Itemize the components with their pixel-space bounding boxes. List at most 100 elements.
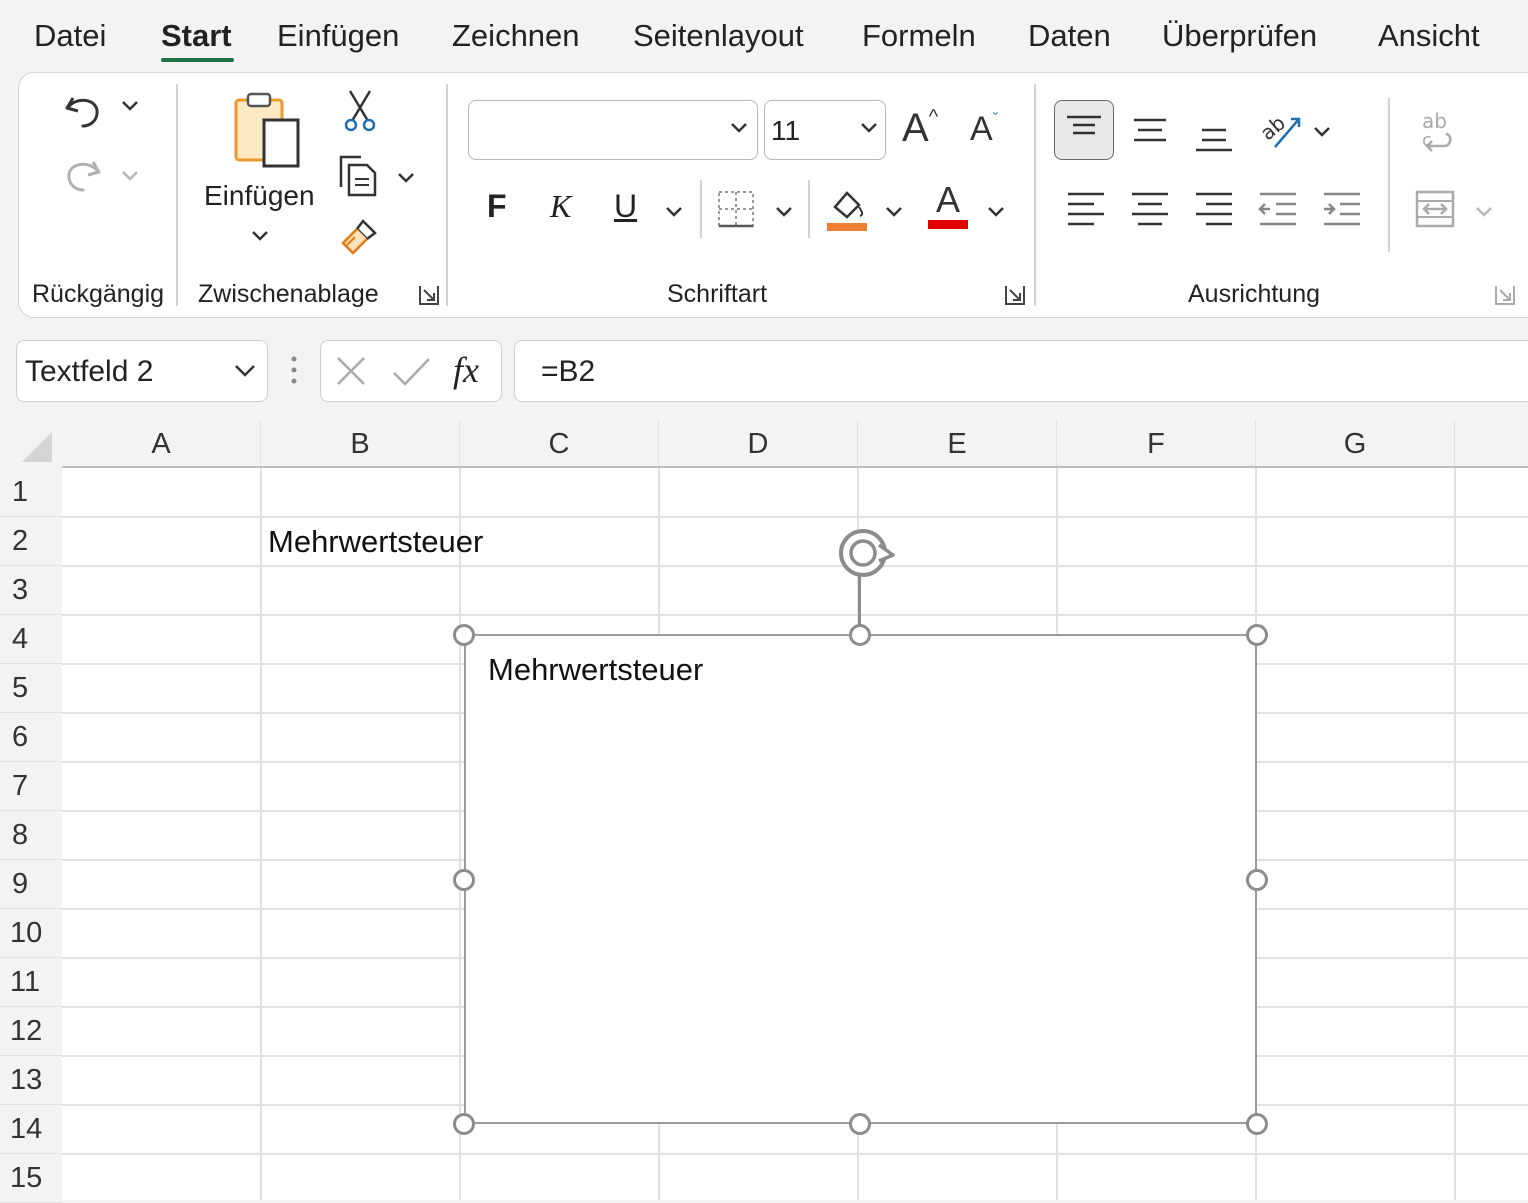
font-name-chevron-down-icon[interactable] [729,121,749,140]
grid-line [260,468,262,1200]
copy-dropdown-chevron-down-icon[interactable] [396,168,416,191]
formula-input[interactable]: =B2 [514,340,1528,402]
decrease-indent-icon[interactable] [1256,186,1300,230]
fill-color-dropdown-chevron-down-icon[interactable] [884,202,904,225]
resize-handle-bottom-left[interactable] [453,1113,475,1135]
cut-scissors-icon[interactable] [340,88,380,134]
row-header-14[interactable]: 14 [0,1105,62,1154]
cell-b2[interactable]: Mehrwertsteuer [268,524,483,560]
alignment-dialog-launcher-icon[interactable] [1494,284,1516,306]
row-header-10[interactable]: 10 [0,909,62,958]
resize-handle-top-center[interactable] [849,624,871,646]
undo-dropdown-chevron-down-icon[interactable] [120,96,140,119]
tab-start[interactable]: Start [161,16,232,56]
redo-icon[interactable] [58,150,108,198]
align-bottom-icon[interactable] [1192,112,1236,156]
italic-button[interactable]: K [550,188,571,225]
tab-daten[interactable]: Daten [1028,16,1111,56]
column-header-partial[interactable] [1455,420,1528,468]
align-center-icon[interactable] [1128,186,1172,230]
align-top-button[interactable] [1054,100,1114,160]
row-header-5[interactable]: 5 [0,664,62,713]
orientation-dropdown-chevron-down-icon[interactable] [1312,122,1332,145]
row-header-9[interactable]: 9 [0,860,62,909]
row-header-4[interactable]: 4 [0,615,62,664]
column-header-b[interactable]: B [261,420,460,468]
name-box[interactable]: Textfeld 2 [16,340,268,402]
row-header-1[interactable]: 1 [0,468,62,517]
shrink-font-button[interactable]: Aˇ [970,110,998,149]
row-header-2[interactable]: 2 [0,517,62,566]
tab-zeichnen[interactable]: Zeichnen [452,16,580,56]
column-header-e[interactable]: E [858,420,1057,468]
svg-text:c: c [1422,130,1432,151]
font-size-chevron-down-icon[interactable] [859,121,879,140]
align-left-icon[interactable] [1064,186,1108,230]
grid-line [62,516,1528,518]
column-header-a[interactable]: A [62,420,261,468]
row-header-3[interactable]: 3 [0,566,62,615]
align-right-icon[interactable] [1192,186,1236,230]
svg-text:ab: ab [1257,111,1290,145]
column-header-c[interactable]: C [460,420,659,468]
borders-icon[interactable] [714,188,758,230]
column-header-g[interactable]: G [1256,420,1455,468]
row-header-13[interactable]: 13 [0,1056,62,1105]
resize-handle-middle-left[interactable] [453,869,475,891]
resize-handle-top-right[interactable] [1246,624,1268,646]
select-all-corner[interactable] [0,420,62,468]
undo-icon[interactable] [58,86,108,134]
insert-function-fx-button[interactable]: fx [453,349,479,391]
clipboard-dialog-launcher-icon[interactable] [418,284,440,306]
tab-ansicht[interactable]: Ansicht [1378,16,1480,56]
resize-handle-top-left[interactable] [453,624,475,646]
column-header-d[interactable]: D [659,420,858,468]
textbox-text[interactable]: Mehrwertsteuer [488,652,703,688]
row-header-15[interactable]: 15 [0,1154,62,1203]
merge-dropdown-chevron-down-icon[interactable] [1474,202,1494,225]
orientation-icon[interactable]: ab [1256,106,1304,154]
row-header-6[interactable]: 6 [0,713,62,762]
row-header-12[interactable]: 12 [0,1007,62,1056]
enter-checkmark-icon[interactable] [391,355,431,392]
increase-indent-icon[interactable] [1320,186,1364,230]
wrap-text-icon[interactable]: ab c [1414,106,1462,154]
bold-button[interactable]: F [487,188,507,225]
merge-center-icon[interactable] [1412,186,1458,232]
redo-dropdown-chevron-down-icon[interactable] [120,166,140,189]
underline-dropdown-chevron-down-icon[interactable] [664,202,684,225]
borders-dropdown-chevron-down-icon[interactable] [774,202,794,225]
textbox[interactable]: Mehrwertsteuer [464,634,1257,1124]
font-name-combobox[interactable] [468,100,758,160]
row-header-11[interactable]: 11 [0,958,62,1007]
resize-handle-middle-right[interactable] [1246,869,1268,891]
resize-handle-bottom-center[interactable] [849,1113,871,1135]
underline-button[interactable]: U [614,188,637,225]
column-header-f[interactable]: F [1057,420,1256,468]
font-dialog-launcher-icon[interactable] [1004,284,1026,306]
paste-dropdown-chevron-down-icon[interactable] [250,226,270,249]
grow-font-button[interactable]: A^ [902,106,938,151]
tab-datei[interactable]: Datei [34,16,106,56]
align-middle-icon[interactable] [1128,108,1172,152]
header-bottom-border [62,466,1528,468]
tab-formeln[interactable]: Formeln [862,16,976,56]
name-box-chevron-down-icon[interactable] [233,363,257,384]
fill-color-bucket-icon[interactable] [824,184,870,234]
copy-icon[interactable] [336,152,382,198]
tab-seitenlayout[interactable]: Seitenlayout [633,16,804,56]
tab-einfuegen[interactable]: Einfügen [277,16,399,56]
vertical-ellipsis-icon[interactable] [284,352,304,388]
font-color-dropdown-chevron-down-icon[interactable] [986,202,1006,225]
row-header-8[interactable]: 8 [0,811,62,860]
rotate-handle-icon[interactable] [832,524,902,584]
font-color-button[interactable]: A [926,180,970,232]
resize-handle-bottom-right[interactable] [1246,1113,1268,1135]
tab-ueberpruefen[interactable]: Überprüfen [1162,16,1317,56]
cancel-x-icon[interactable] [335,355,367,392]
paste-icon[interactable] [228,90,304,170]
row-header-7[interactable]: 7 [0,762,62,811]
font-size-combobox[interactable]: 11 [764,100,886,160]
format-painter-icon[interactable] [336,214,382,260]
paste-button-label[interactable]: Einfügen [204,180,315,212]
